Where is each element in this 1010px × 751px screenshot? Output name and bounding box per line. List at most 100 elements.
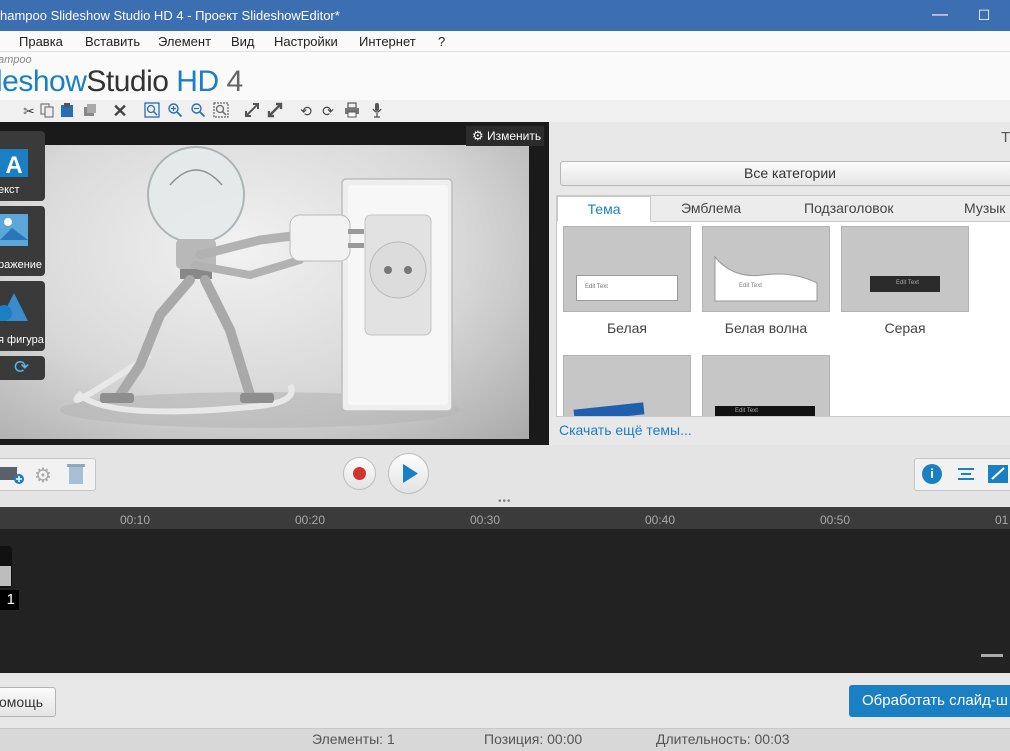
refresh-button[interactable]: ⟳ <box>0 356 45 380</box>
menu-internet[interactable]: Интернет <box>359 34 416 49</box>
logo-part-c: HD <box>176 65 219 98</box>
refresh-icon: ⟳ <box>14 357 30 377</box>
thumb-caption: Edit Text <box>585 284 608 290</box>
theme-item-blue[interactable] <box>563 355 691 416</box>
align-icon[interactable] <box>957 465 975 488</box>
status-elements: Элементы: 1 <box>312 731 395 747</box>
add-text-button[interactable]: A екст <box>0 131 45 201</box>
status-bar: Элементы: 1 Позиция: 00:00 Длительность:… <box>0 728 1010 751</box>
ruler-tick: 01 <box>995 513 1009 527</box>
theme-item-gray[interactable]: Edit Text Серая <box>841 226 969 336</box>
theme-name: Белая <box>606 320 648 336</box>
theme-name: Белая волна <box>724 320 808 336</box>
theme-thumbnail: Edit Text <box>563 226 691 312</box>
splitter-handle-icon[interactable]: ••• <box>498 496 512 507</box>
add-text-label: екст <box>0 184 20 196</box>
download-more-themes-link[interactable]: Скачать ещё темы... <box>559 422 692 438</box>
add-image-button[interactable]: ражение <box>0 206 45 276</box>
theme-name: Серая <box>884 320 926 336</box>
logo-part-b: Studio <box>86 65 177 98</box>
zoom-fit-icon[interactable] <box>143 102 161 120</box>
menu-view[interactable]: Вид <box>231 34 255 49</box>
gear-icon: ⚙ <box>472 128 484 143</box>
minimize-button[interactable]: — <box>928 4 952 26</box>
slide-preview-image[interactable] <box>0 145 529 439</box>
cut-icon[interactable]: ✂ <box>20 102 38 120</box>
info-icon[interactable]: i <box>922 464 942 484</box>
delete-icon[interactable]: ✕ <box>111 102 129 120</box>
tab-music[interactable]: Музык <box>964 196 1005 222</box>
play-icon <box>403 464 418 483</box>
ruler-tick: 00:50 <box>820 513 851 527</box>
svg-text:A: A <box>5 152 22 179</box>
menu-insert[interactable]: Вставить <box>85 34 140 49</box>
theme-item-white-wave[interactable]: Edit Text Белая волна <box>702 226 830 336</box>
timeline-scroll-indicator[interactable] <box>981 654 1003 657</box>
maximize-button[interactable]: ☐ <box>972 4 996 26</box>
ruler-tick: 00:10 <box>120 513 151 527</box>
menu-settings[interactable]: Настройки <box>274 34 338 49</box>
settings-icon[interactable]: ⚙ <box>34 463 52 488</box>
bottom-bar: омощь Обработать слайд-ш <box>0 673 1010 728</box>
theme-thumbnail <box>563 355 691 416</box>
thumb-caption: Edit Text <box>735 408 758 414</box>
rotate-right-icon[interactable]: ⟳ <box>319 102 337 120</box>
brand-header: ampoo leshowStudio HD 4 <box>0 52 1010 100</box>
add-shape-button[interactable]: я фигура <box>0 281 45 351</box>
logo-part-d: 4 <box>218 65 243 98</box>
tab-emblem[interactable]: Эмблема <box>681 196 741 222</box>
paste-icon[interactable] <box>58 102 76 120</box>
record-button[interactable] <box>343 457 376 490</box>
expand-icon[interactable] <box>266 102 284 120</box>
zoom-in-icon[interactable] <box>166 102 184 120</box>
text-icon: A <box>0 149 28 179</box>
timeline-track[interactable] <box>0 529 1010 673</box>
thumb-caption: Edit Text <box>739 283 762 289</box>
print-icon[interactable] <box>343 102 361 120</box>
zoom-reset-icon[interactable] <box>212 102 230 120</box>
process-slideshow-button[interactable]: Обработать слайд-ш <box>849 685 1010 717</box>
tab-subtitle[interactable]: Подзаголовок <box>804 196 894 222</box>
themes-tab-box: Тема Эмблема Подзаголовок Музык Edit Tex… <box>556 195 1010 417</box>
rotate-left-icon[interactable]: ⟲ <box>297 102 315 120</box>
app-logo: leshowStudio HD 4 <box>0 65 243 99</box>
mic-icon[interactable] <box>368 102 386 120</box>
zoom-out-icon[interactable] <box>189 102 207 120</box>
logo-part-a: leshow <box>0 65 87 98</box>
fullscreen-icon[interactable] <box>243 102 261 120</box>
ruler-tick: 00:40 <box>645 513 676 527</box>
category-dropdown[interactable]: Все категории <box>560 161 1010 186</box>
themes-tabbar: Тема Эмблема Подзаголовок Музык <box>557 196 1010 222</box>
theme-item-dark[interactable]: Edit Text <box>702 355 830 416</box>
themes-panel: Т Все категории Тема Эмблема Подзаголово… <box>549 122 1010 457</box>
menu-help[interactable]: ? <box>438 34 445 49</box>
copy-icon[interactable] <box>38 102 56 120</box>
trash-icon[interactable] <box>67 463 85 490</box>
image-icon <box>0 214 28 246</box>
add-shape-label: я фигура <box>0 334 44 346</box>
theme-item-white[interactable]: Edit Text Белая <box>563 226 691 336</box>
add-image-label: ражение <box>0 259 43 271</box>
toolbar: ✂ ✕ ⟲ ⟳ <box>0 100 1010 122</box>
theme-thumbnail: Edit Text <box>841 226 969 312</box>
window-title: hampoo Slideshow Studio HD 4 - Проект Sl… <box>0 8 340 23</box>
view-tools-group: i <box>914 458 1010 491</box>
tab-theme[interactable]: Тема <box>557 196 651 222</box>
theme-thumbnail: Edit Text <box>702 226 830 312</box>
shape-icon <box>0 293 28 321</box>
thumb-caption: Edit Text <box>896 280 919 286</box>
menu-edit[interactable]: Правка <box>19 34 63 49</box>
duplicate-icon[interactable] <box>81 102 99 120</box>
timeline-clip[interactable] <box>0 546 12 588</box>
edit-slide-button[interactable]: ⚙ Изменить <box>466 126 544 146</box>
add-clip-icon[interactable] <box>0 465 25 490</box>
playback-controls: ⚙ i ••• <box>0 445 1010 507</box>
edit-icon[interactable] <box>988 465 1008 488</box>
help-button[interactable]: омощь <box>0 687 56 717</box>
ruler-tick: 00:20 <box>295 513 326 527</box>
panel-title: Т <box>1001 129 1010 146</box>
timeline-ruler[interactable]: 00:10 00:20 00:30 00:40 00:50 01 <box>0 507 1010 529</box>
play-button[interactable] <box>388 453 429 494</box>
menu-element[interactable]: Элемент <box>158 34 211 49</box>
ruler-tick: 00:30 <box>470 513 501 527</box>
